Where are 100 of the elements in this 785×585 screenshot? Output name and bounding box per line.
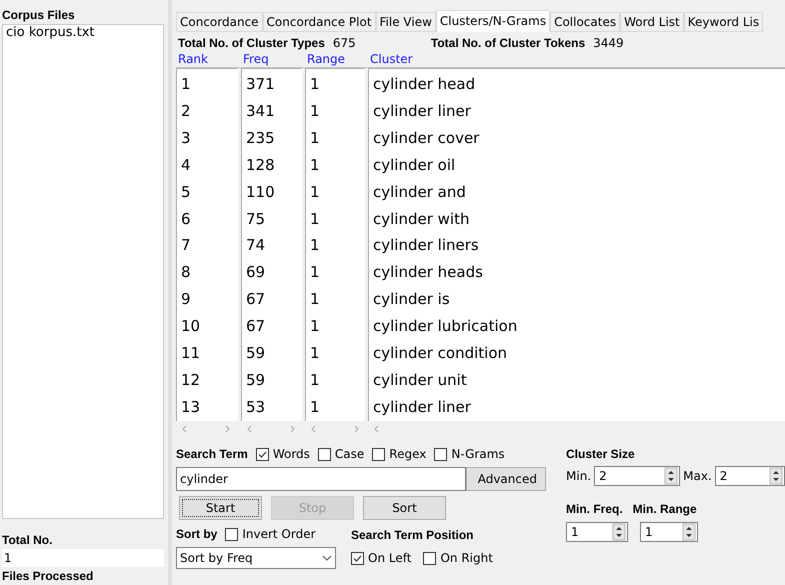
checkbox[interactable]: N-Grams (434, 445, 505, 463)
sort-by-label: Sort by (176, 526, 218, 543)
table-cell-text: 1 (310, 100, 321, 122)
table-cell-text: 67 (246, 289, 266, 310)
table-cell-text: 10 (181, 316, 202, 338)
table-cell-text: 12 (181, 370, 202, 391)
spin-field[interactable]: 2 (594, 466, 680, 486)
table-cell-text: 7 (181, 235, 192, 256)
position-label: Search Term Position (351, 527, 474, 542)
table-cell-text: 1 (310, 208, 321, 230)
table-cell-text: 59 (246, 343, 266, 364)
table-cell-text: cylinder is (373, 289, 451, 310)
table-cell-text: 1 (310, 396, 321, 418)
tab[interactable]: File View (376, 12, 436, 32)
table-cell-text: 8 (181, 262, 192, 284)
table-cell-text: 69 (246, 262, 266, 284)
tab[interactable]: Collocates (550, 12, 620, 32)
action-button[interactable]: Start (179, 496, 262, 520)
table-cell-text: cylinder liner (373, 396, 472, 418)
table-cell-text: 6 (181, 208, 192, 230)
table-cell-text: 2 (181, 100, 192, 122)
table-cell-text: cylinder condition (373, 343, 508, 364)
checkbox[interactable]: On Right (423, 549, 493, 567)
panel-title: Corpus Files (2, 8, 76, 22)
cluster-types-value: 675 (332, 35, 357, 51)
file-list[interactable]: cio korpus.txt (2, 24, 164, 519)
table-cell-text: cylinder cover (373, 128, 480, 149)
table-cell-text: 67 (246, 316, 266, 338)
total-value: 1 (2, 549, 164, 567)
table-cell-text: 235 (246, 128, 276, 149)
table-cell-text: 1 (310, 262, 321, 284)
cluster-types-label: Total No. of Cluster Types (178, 35, 325, 51)
table-cell-text: 1 (310, 182, 321, 203)
min-label: Min. (566, 468, 592, 485)
table-cell-text: cylinder lubrication (373, 316, 518, 338)
tab[interactable]: Concordance Plot (262, 12, 376, 32)
table-cell-text: cylinder with (373, 208, 470, 230)
checkbox[interactable]: Invert Order (225, 525, 316, 543)
table-cell-text: 1 (310, 343, 321, 364)
checkbox[interactable]: Case (318, 445, 364, 463)
spin-field[interactable]: 1 (566, 522, 628, 542)
table-cell-text: cylinder unit (373, 370, 468, 391)
checkbox[interactable]: Words (256, 445, 310, 463)
min-range-label: Min. Range (632, 501, 697, 516)
table-cell-text: cylinder and (373, 182, 467, 203)
spin-field[interactable]: 2 (714, 466, 785, 486)
table-cell-text: 9 (181, 289, 192, 310)
table-cell-text: 3 (181, 128, 192, 149)
table-cell-text: 53 (246, 396, 266, 418)
processed-label: Files Processed (2, 569, 94, 583)
table-cell-text: 11 (181, 343, 202, 364)
chevron-down-icon (322, 555, 332, 561)
table-cell-text: 5 (181, 182, 192, 203)
tab[interactable]: Word List (620, 12, 684, 32)
table-cell-text: 110 (246, 182, 276, 203)
total-label: Total No. (2, 533, 54, 547)
sort-dropdown[interactable]: Sort by Freq (176, 547, 336, 569)
checkbox[interactable]: Regex (372, 445, 426, 463)
cluster-size-label: Cluster Size (566, 446, 636, 463)
table-cell-text: 371 (246, 74, 276, 95)
table-cell-text: 74 (246, 235, 266, 256)
spin-arrows-icon[interactable] (682, 523, 696, 541)
table-cell-text: 1 (310, 235, 321, 256)
table-cell-text: cylinder liners (373, 235, 480, 256)
table-cell-text: 75 (246, 208, 266, 230)
column-header[interactable]: Range (307, 51, 367, 67)
table-cell-text: 341 (246, 100, 276, 122)
table-cell-text: 1 (310, 316, 321, 338)
cluster-tokens-label: Total No. of Cluster Tokens (430, 35, 586, 51)
table-cell-text: 1 (310, 370, 321, 391)
table-cell-text: 1 (310, 74, 321, 95)
table-cell-text: cylinder oil (373, 154, 456, 176)
spin-field[interactable]: 1 (640, 522, 698, 542)
action-button[interactable]: Sort (363, 496, 446, 520)
min-freq-label: Min. Freq. (566, 501, 623, 516)
spin-arrows-icon[interactable] (612, 523, 626, 541)
column-header[interactable]: Rank (178, 51, 240, 67)
table-cell-text: cylinder heads (373, 262, 484, 284)
table-cell-text: 59 (246, 370, 266, 391)
table-cell-text: 1 (310, 289, 321, 310)
tab[interactable]: Clusters/N-Grams (436, 10, 550, 32)
table-cell-text: cylinder liner (373, 100, 472, 122)
table-cell-text: 4 (181, 154, 192, 176)
checkbox[interactable]: On Left (351, 549, 412, 567)
table-cell-text: 1 (181, 74, 192, 95)
column-header[interactable]: Cluster (370, 51, 785, 67)
table-cell-text: 13 (181, 396, 202, 418)
table-cell-text: 1 (310, 154, 321, 176)
search-term-label: Search Term (176, 446, 248, 463)
column-header[interactable]: Freq (243, 51, 304, 67)
table-cell-text: cylinder head (373, 74, 476, 95)
table-cell-text: 1 (310, 128, 321, 149)
file-item[interactable]: cio korpus.txt (6, 25, 160, 41)
tab[interactable]: Keyword Lis (684, 12, 764, 32)
spin-arrows-icon[interactable] (768, 467, 783, 485)
advanced-button[interactable]: Advanced (466, 467, 546, 491)
tab[interactable]: Concordance (176, 12, 263, 32)
table-cell-text: 128 (246, 154, 276, 176)
spin-arrows-icon[interactable] (664, 467, 678, 485)
search-field[interactable]: cylinder (176, 467, 466, 491)
